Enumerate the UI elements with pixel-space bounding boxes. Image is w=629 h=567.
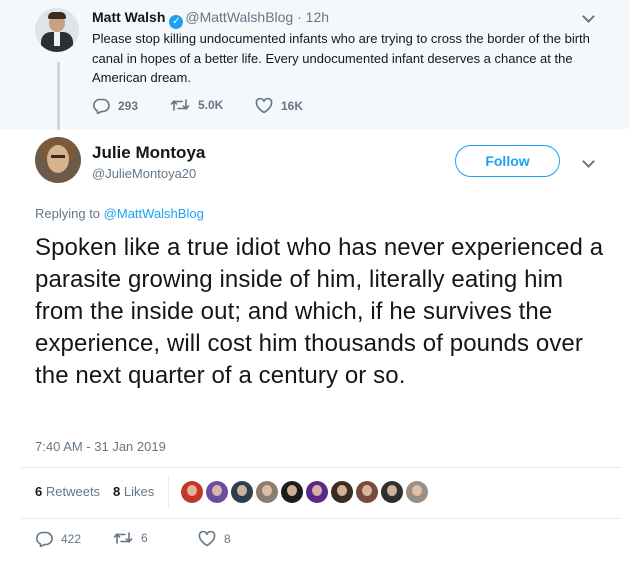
- author-avatar[interactable]: [35, 137, 81, 183]
- retweets-stat-link[interactable]: 6 Retweets: [35, 484, 100, 499]
- reply-icon: [93, 98, 110, 114]
- more-chevron-down-icon[interactable]: [582, 155, 595, 168]
- likes-stat-label: Likes: [123, 484, 155, 499]
- retweets-stat-label: Retweets: [45, 484, 101, 499]
- liker-avatar[interactable]: [206, 481, 228, 503]
- stats-divider: [168, 475, 169, 509]
- liker-avatar[interactable]: [281, 481, 303, 503]
- parent-tweet-header: Matt Walsh ✓ @MattWalshBlog · 12h: [92, 9, 329, 29]
- parent-author-name[interactable]: Matt Walsh: [92, 9, 165, 25]
- heart-icon: [255, 98, 273, 114]
- liker-avatar[interactable]: [406, 481, 428, 503]
- like-button[interactable]: 8: [198, 531, 231, 547]
- parent-retweet-button[interactable]: 5.0K: [170, 98, 223, 112]
- parent-like-button[interactable]: 16K: [255, 98, 303, 114]
- retweet-button[interactable]: 6: [113, 531, 148, 545]
- reply-icon: [36, 531, 53, 547]
- replying-to-link[interactable]: @MattWalshBlog: [104, 206, 204, 221]
- parent-retweet-count: 5.0K: [198, 98, 224, 112]
- liker-avatar[interactable]: [256, 481, 278, 503]
- liker-avatar[interactable]: [231, 481, 253, 503]
- like-count: 8: [224, 532, 231, 546]
- divider: [21, 467, 621, 468]
- liker-avatar[interactable]: [181, 481, 203, 503]
- reply-count: 422: [61, 532, 82, 546]
- retweet-icon: [113, 532, 133, 544]
- likes-stat-count: 8: [113, 484, 121, 499]
- parent-author-avatar[interactable]: [35, 8, 79, 52]
- verified-badge-icon: ✓: [169, 15, 184, 29]
- replying-to-label: Replying to: [35, 206, 101, 221]
- parent-like-count: 16K: [281, 99, 304, 113]
- liker-avatar[interactable]: [381, 481, 403, 503]
- parent-reply-count: 293: [118, 99, 139, 113]
- thread-connector-line: [57, 62, 60, 130]
- retweets-stat-count: 6: [35, 484, 43, 499]
- replying-to-line: Replying to @MattWalshBlog: [35, 206, 204, 221]
- retweet-count: 6: [141, 531, 148, 545]
- author-name[interactable]: Julie Montoya: [92, 143, 205, 163]
- author-handle[interactable]: @JulieMontoya20: [92, 166, 196, 181]
- liker-avatar[interactable]: [356, 481, 378, 503]
- divider: [21, 518, 621, 519]
- parent-reply-button[interactable]: 293: [92, 98, 138, 114]
- follow-button[interactable]: Follow: [455, 145, 560, 177]
- parent-tweet-text: Please stop killing undocumented infants…: [92, 31, 590, 85]
- tweet-text: Spoken like a true idiot who has never e…: [35, 234, 604, 389]
- reply-button[interactable]: 422: [35, 531, 81, 547]
- parent-author-handle[interactable]: @MattWalshBlog: [185, 9, 293, 25]
- liker-avatar[interactable]: [331, 481, 353, 503]
- parent-tweet-time[interactable]: · 12h: [297, 9, 329, 25]
- likes-stat-link[interactable]: 8 Likes: [113, 484, 154, 499]
- liker-avatar[interactable]: [306, 481, 328, 503]
- heart-icon: [198, 531, 216, 547]
- tweet-timestamp[interactable]: 7:40 AM - 31 Jan 2019: [35, 439, 166, 454]
- retweet-icon: [170, 99, 190, 111]
